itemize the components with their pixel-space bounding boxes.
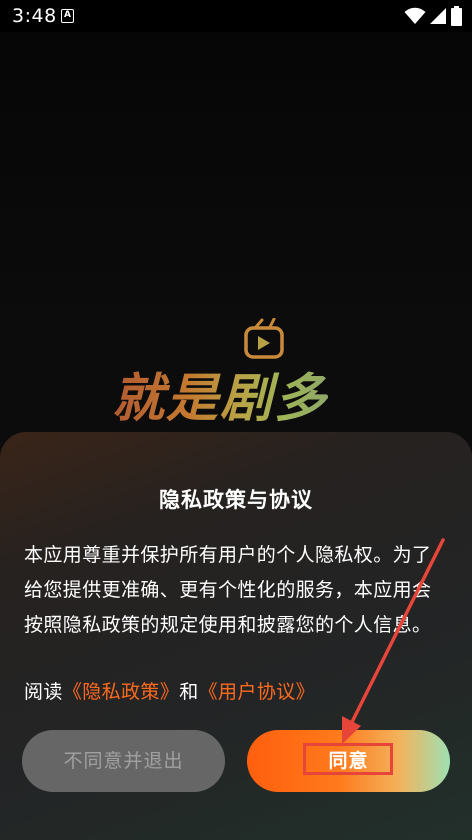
screen: 3:48 A 就是剧多 隐私政策与协议 本应用尊重并保护所有用户的个人隐私权。为…: [0, 0, 472, 840]
battery-icon: [451, 6, 462, 26]
decline-exit-button[interactable]: 不同意并退出: [22, 730, 225, 792]
agree-button[interactable]: 同意: [247, 730, 450, 792]
links-and: 和: [179, 681, 199, 703]
cell-signal-icon: [430, 8, 446, 24]
dialog-body: 本应用尊重并保护所有用户的个人隐私权。为了给您提供更准确、更有个性化的服务，本应…: [24, 544, 432, 636]
privacy-dialog: 隐私政策与协议 本应用尊重并保护所有用户的个人隐私权。为了给您提供更准确、更有个…: [0, 432, 472, 840]
logo-text: 就是剧多: [112, 356, 328, 431]
policy-links: 阅读《隐私政策》和《用户协议》: [24, 676, 448, 708]
privacy-policy-link[interactable]: 《隐私政策》: [63, 681, 179, 703]
status-time: 3:48: [12, 5, 57, 27]
links-prefix: 阅读: [24, 681, 63, 703]
app-logo: 就是剧多: [104, 318, 364, 438]
annotation-highlight-box: [303, 743, 393, 775]
notification-a-icon: A: [61, 9, 74, 23]
user-agreement-link[interactable]: 《用户协议》: [199, 681, 315, 703]
status-bar: 3:48 A: [0, 0, 472, 32]
wifi-icon: [404, 7, 426, 24]
dialog-title: 隐私政策与协议: [159, 488, 313, 512]
tv-icon: [244, 318, 284, 359]
